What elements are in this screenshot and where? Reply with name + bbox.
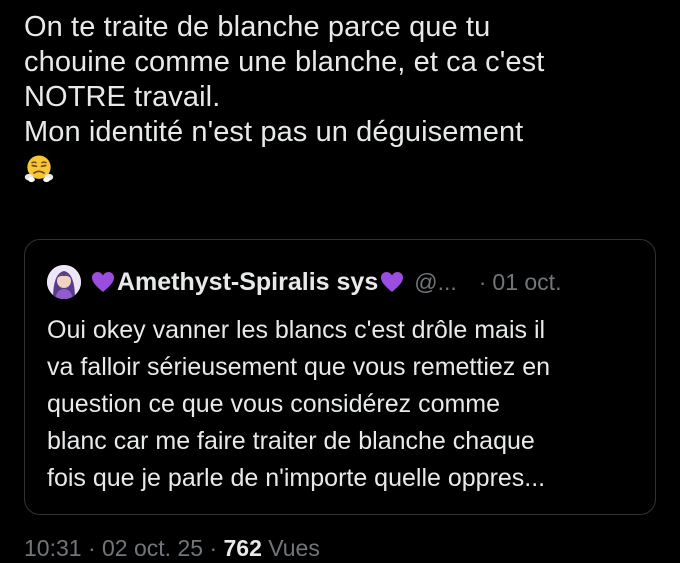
avatar[interactable]: [47, 265, 81, 299]
separator-dot: ·: [209, 535, 218, 561]
tweet-line: NOTRE travail.: [24, 81, 221, 113]
tweet-text: On te traite de blanche parce que tu cho…: [24, 10, 664, 192]
quoted-display-name[interactable]: Amethyst-Spiralis sys: [117, 268, 378, 297]
purple-heart-icon: [381, 272, 404, 292]
quoted-tweet-text: Oui okey vanner les blancs c'est drôle m…: [47, 312, 647, 497]
tweet-emoji-line: [24, 150, 664, 192]
purple-heart-icon: [92, 272, 114, 292]
quoted-line: Oui okey vanner les blancs c'est drôle m…: [47, 316, 546, 344]
quoted-line: blanc car me faire traiter de blanche ch…: [47, 427, 535, 455]
quoted-tweet-header: Amethyst-Spiralis sys @... · 01 oct.: [47, 264, 561, 300]
quoted-line: question ce que vous considérez comme: [47, 390, 501, 418]
tweet-date[interactable]: 02 oct. 25: [102, 535, 203, 561]
quoted-handle[interactable]: @...: [414, 269, 457, 296]
separator-dot: ·: [87, 535, 96, 561]
avatar-illustration-icon: [47, 265, 81, 299]
tweet-time[interactable]: 10:31: [24, 535, 82, 561]
face-with-steam-from-nose-icon: [24, 155, 54, 183]
separator-dot: ·: [478, 268, 487, 295]
tweet-line: chouine comme une blanche, et ca c'est: [24, 46, 545, 78]
tweet-line: On te traite de blanche parce que tu: [24, 11, 491, 43]
quoted-line: fois que je parle de n'importe quelle op…: [47, 464, 546, 492]
tweet-metadata: 10:31 · 02 oct. 25 · 762 Vues: [24, 535, 320, 562]
quoted-line: va falloir sérieusement que vous remetti…: [47, 353, 551, 381]
quoted-tweet-card[interactable]: Amethyst-Spiralis sys @... · 01 oct. Oui…: [24, 239, 656, 515]
quoted-date[interactable]: 01 oct.: [492, 269, 561, 296]
tweet-line: Mon identité n'est pas un déguisement: [24, 116, 524, 148]
views-label: Vues: [268, 535, 320, 561]
views-count[interactable]: 762: [224, 535, 262, 561]
